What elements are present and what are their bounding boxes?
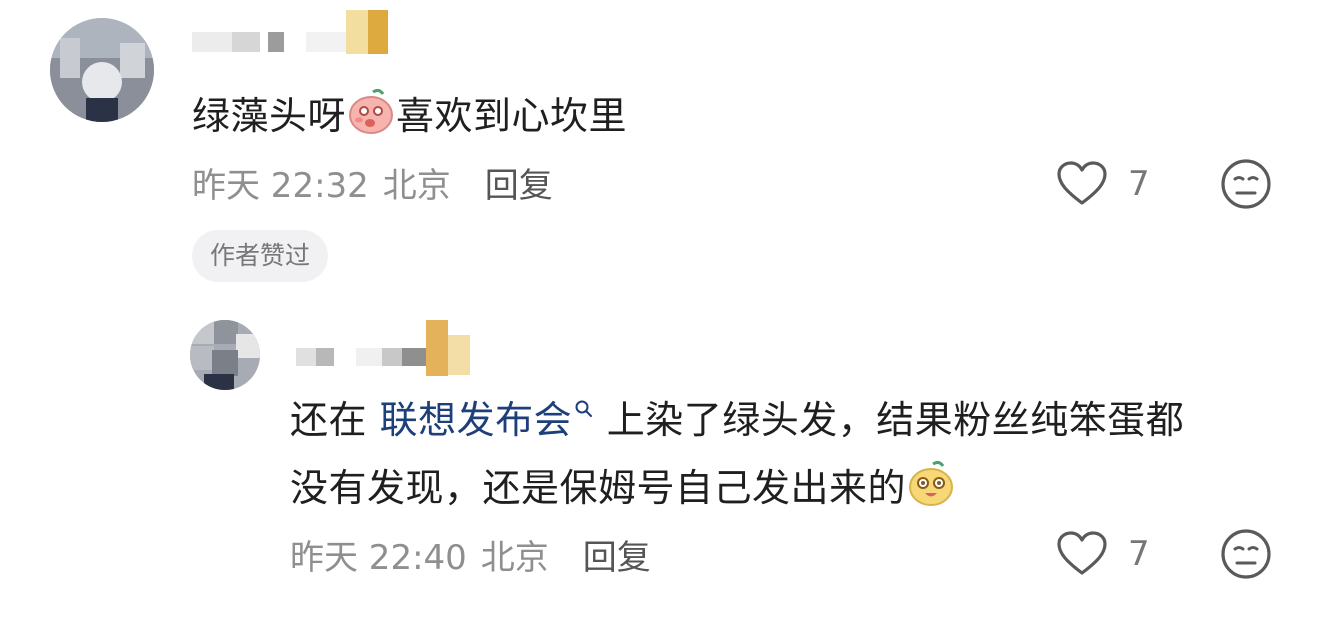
location: 北京 [382,165,451,206]
author-liked-badge: 作者赞过 [192,230,329,282]
comment-meta: 昨天 22:32 北京 回复 [192,158,553,207]
like-count: 7 [1128,164,1150,204]
neutral-face-icon [1221,159,1271,209]
reply-button[interactable]: 回复 [583,530,651,579]
timestamp: 昨天 22:32 [192,165,369,206]
avatar[interactable] [190,320,260,390]
avatar[interactable] [50,18,154,122]
timestamp: 昨天 22:40 [290,537,467,578]
shy-face-icon [346,86,396,151]
search-icon [575,400,593,417]
laugh-face-icon [906,458,956,523]
like-button[interactable]: 7 [1056,530,1150,578]
dislike-button[interactable] [1220,158,1272,214]
like-button[interactable]: 7 [1056,160,1150,208]
neutral-face-icon [1221,529,1271,579]
heart-icon [1057,161,1107,205]
location: 北京 [480,537,549,578]
comment-meta: 昨天 22:40 北京 回复 [290,530,651,579]
comment-text: 绿藻头呀 喜欢到心坎里 [192,86,627,151]
topic-link[interactable]: 联想发布会 [380,398,595,442]
like-count: 7 [1128,534,1150,574]
reply-button[interactable]: 回复 [485,158,553,207]
username-masked[interactable] [192,10,388,54]
heart-icon [1057,531,1107,575]
dislike-button[interactable] [1220,528,1272,584]
username-masked[interactable] [296,320,470,376]
comment-text: 还在 联想发布会 上染了绿头发，结果粉丝纯笨蛋都 没有发现，还是保姆号自己发出来… [290,392,1290,523]
